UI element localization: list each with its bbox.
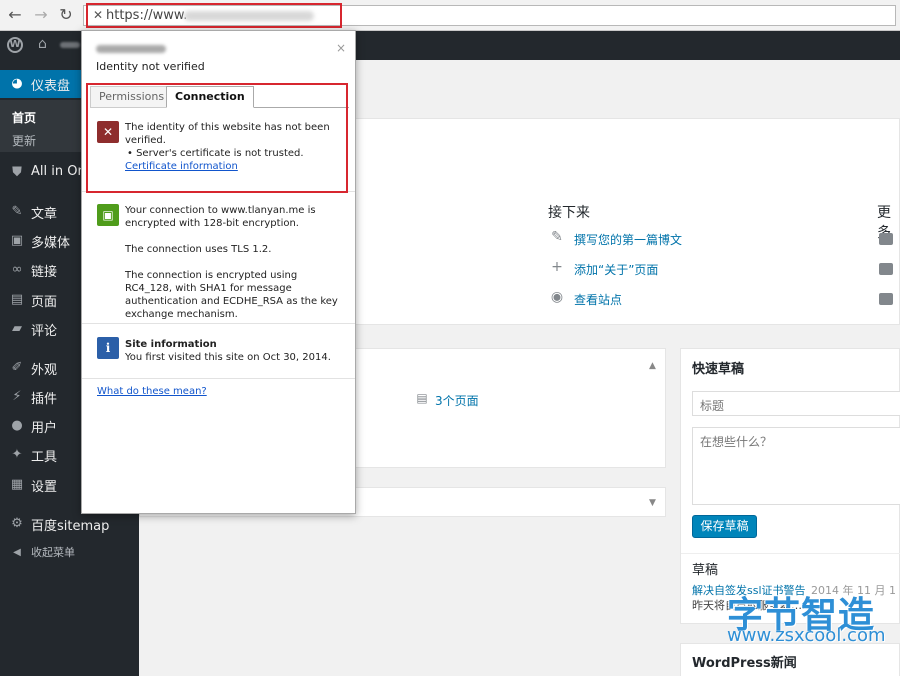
sidebar-item-baidu-sitemap[interactable]: ⚙ 百度sitemap — [0, 510, 139, 538]
browser-toolbar: ← → ↻ ✕ https://www. — [0, 0, 900, 31]
highlight-box-url — [86, 3, 342, 28]
save-draft-button[interactable]: 保存草稿 — [692, 515, 757, 538]
comment-icon: ▰ — [12, 321, 22, 336]
connection-section: Your connection to www.tlanyan.me is enc… — [125, 204, 347, 321]
divider — [82, 378, 355, 379]
drafts-heading: 草稿 — [692, 563, 719, 578]
shield-icon: ⛊ — [12, 165, 22, 180]
divider — [82, 323, 355, 324]
submenu-updates[interactable]: 更新 — [12, 132, 36, 149]
site-name-redacted — [96, 45, 166, 53]
wordpress-news-title: WordPress新闻 — [692, 656, 797, 671]
gear-icon: ⚙ — [11, 516, 23, 531]
wordpress-news-panel: WordPress新闻 — [680, 643, 900, 676]
edit-icon: ✎ — [551, 229, 563, 245]
info-icon: i — [97, 337, 119, 359]
site-info-message: You first visited this site on Oct 30, 2… — [125, 352, 331, 363]
help-link[interactable]: What do these mean? — [97, 386, 207, 397]
pin-icon: ✎ — [11, 204, 23, 219]
plugin-icon: ⚡ — [12, 389, 22, 404]
page-icon: ▤ — [10, 292, 24, 307]
collapse-menu-button[interactable]: ◀ 收起菜单 — [0, 539, 139, 567]
site-info-section: Site information You first visited this … — [125, 338, 347, 364]
lock-icon: ▣ — [97, 204, 119, 226]
pages-count-link[interactable]: 3个页面 — [435, 392, 479, 409]
learn-more-icon[interactable] — [879, 293, 893, 305]
expand-arrow-icon[interactable]: ▼ — [649, 498, 656, 508]
next-steps-heading: 接下来 — [548, 205, 590, 221]
collapse-arrow-icon[interactable]: ▲ — [649, 361, 656, 371]
close-icon[interactable]: × — [336, 41, 346, 55]
write-first-post-link[interactable]: 撰写您的第一篇博文 — [574, 231, 682, 248]
dashboard-icon: ◕ — [11, 76, 23, 91]
view-site-link[interactable]: 查看站点 — [574, 291, 622, 308]
plus-icon: + — [551, 259, 563, 275]
encryption-message: Your connection to www.tlanyan.me is enc… — [125, 205, 316, 229]
wordpress-logo-icon[interactable]: W — [7, 37, 23, 53]
view-site-icon: ◉ — [550, 289, 564, 305]
submenu-home[interactable]: 首页 — [12, 109, 36, 126]
media-icon: ▣ — [10, 233, 24, 248]
site-info-title: Site information — [125, 339, 217, 350]
reload-icon[interactable]: ↻ — [56, 5, 76, 25]
home-icon[interactable]: ⌂ — [38, 36, 47, 52]
draft-title-input[interactable]: 标题 — [692, 391, 900, 416]
link-icon: ∞ — [11, 262, 23, 277]
collapse-icon: ◀ — [13, 547, 21, 558]
back-arrow-icon[interactable]: ← — [5, 5, 25, 25]
watermark-url: www.zsxcool.com — [727, 625, 886, 646]
identity-status: Identity not verified — [96, 60, 205, 73]
cipher-message: The connection is encrypted using RC4_12… — [125, 270, 338, 320]
highlight-box-connection — [86, 83, 348, 193]
draft-content-textarea[interactable]: 在想些什么？ — [692, 427, 900, 505]
forward-arrow-icon[interactable]: → — [31, 5, 51, 25]
settings-icon: ▦ — [10, 477, 24, 492]
widgets-icon[interactable] — [879, 233, 893, 245]
user-icon: ● — [11, 418, 23, 433]
add-about-page-link[interactable]: 添加“关于”页面 — [574, 261, 658, 278]
brush-icon: ✐ — [11, 360, 23, 375]
divider — [681, 553, 900, 554]
quick-draft-title: 快速草稿 — [692, 362, 745, 377]
comments-toggle-icon[interactable] — [879, 263, 893, 275]
quick-draft-panel: 快速草稿 标题 在想些什么？ 保存草稿 草稿 解决自签发ssl证书警告 2014… — [680, 348, 900, 624]
tls-message: The connection uses TLS 1.2. — [125, 244, 272, 255]
pages-icon: ▤ — [416, 391, 428, 405]
wrench-icon: ✦ — [11, 447, 23, 462]
site-name-redacted[interactable] — [60, 42, 80, 48]
